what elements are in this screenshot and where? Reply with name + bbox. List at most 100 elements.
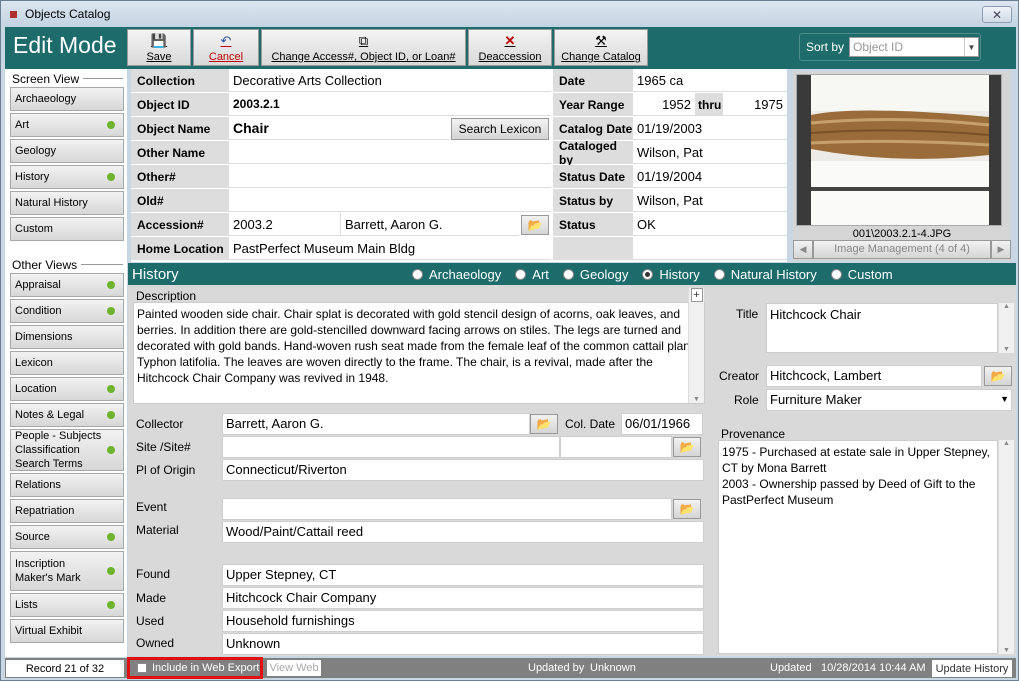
other-view-location[interactable]: Location bbox=[10, 377, 124, 401]
site-folder-icon[interactable]: 📂 bbox=[673, 437, 701, 457]
web-export-checkbox[interactable]: Include in Web Export bbox=[127, 657, 263, 679]
role-select[interactable]: Furniture Maker ▼ bbox=[766, 389, 1012, 411]
status-field[interactable]: OK bbox=[633, 213, 787, 236]
object-photo[interactable] bbox=[796, 74, 1002, 226]
radio-custom[interactable]: Custom bbox=[830, 267, 893, 282]
sort-by-select[interactable]: Object ID ▼ bbox=[849, 37, 980, 57]
status-date-field[interactable]: 01/19/2004 bbox=[633, 165, 787, 188]
other-view-source[interactable]: Source bbox=[10, 525, 124, 549]
found-field[interactable]: Upper Stepney, CT bbox=[222, 564, 704, 586]
radio-natural-history[interactable]: Natural History bbox=[713, 267, 817, 282]
object-id-field[interactable]: 2003.2.1 bbox=[229, 93, 551, 116]
cataloged-by-label: Cataloged by bbox=[553, 139, 633, 167]
radio-geology[interactable]: Geology bbox=[562, 267, 628, 282]
other-view-repatriation[interactable]: Repatriation bbox=[10, 499, 124, 523]
other-view-relations[interactable]: Relations bbox=[10, 473, 124, 497]
radio-archaeology[interactable]: Archaeology bbox=[412, 267, 501, 282]
object-name-label: Object Name bbox=[131, 117, 229, 140]
other-view-condition[interactable]: Condition bbox=[10, 299, 124, 323]
event-field[interactable] bbox=[222, 498, 672, 520]
description-label: Description bbox=[136, 289, 197, 303]
site-field[interactable] bbox=[222, 436, 560, 458]
screen-view-archaeology[interactable]: Archaeology bbox=[10, 87, 124, 111]
event-label: Event bbox=[136, 500, 167, 514]
creator-folder-icon[interactable]: 📂 bbox=[984, 366, 1012, 386]
collector-folder-icon[interactable]: 📂 bbox=[530, 414, 558, 434]
folder-icon[interactable]: 📂 bbox=[521, 214, 549, 235]
accession-field[interactable]: 2003.2 bbox=[229, 213, 341, 236]
used-field[interactable]: Household furnishings bbox=[222, 610, 704, 632]
radio-history[interactable]: History bbox=[642, 267, 700, 282]
title-field[interactable]: Hitchcock Chair bbox=[766, 303, 998, 353]
has-data-indicator bbox=[107, 281, 115, 289]
year-from-field[interactable]: 1952 bbox=[633, 93, 695, 116]
status-by-field[interactable]: Wilson, Pat bbox=[633, 189, 787, 212]
cancel-button[interactable]: ↶ Cancel bbox=[193, 29, 259, 66]
sort-by-group: Sort by Object ID ▼ bbox=[799, 33, 981, 61]
cataloged-by-field[interactable]: Wilson, Pat bbox=[633, 141, 787, 164]
date-field[interactable]: 1965 ca bbox=[633, 69, 787, 92]
view-web-button[interactable]: View Web bbox=[267, 660, 321, 676]
collection-field[interactable]: Decorative Arts Collection bbox=[229, 69, 551, 92]
deaccession-button[interactable]: ✕ Deaccession bbox=[468, 29, 552, 66]
site-number-field[interactable] bbox=[560, 436, 672, 458]
other-number-field[interactable] bbox=[229, 165, 551, 188]
col-date-field[interactable]: 06/01/1966 bbox=[621, 413, 703, 435]
material-field[interactable]: Wood/Paint/Cattail reed bbox=[222, 521, 704, 543]
close-button[interactable]: ✕ bbox=[982, 6, 1012, 23]
made-field[interactable]: Hitchcock Chair Company bbox=[222, 587, 704, 609]
old-number-field[interactable] bbox=[229, 189, 551, 212]
place-of-origin-field[interactable]: Connecticut/Riverton bbox=[222, 459, 704, 481]
other-view-people-subjects[interactable]: People - Subjects Classification Search … bbox=[10, 429, 124, 471]
updated-by-value: Unknown bbox=[590, 662, 636, 674]
update-history-button[interactable]: Update History bbox=[932, 660, 1012, 677]
save-button[interactable]: 💾 Save bbox=[127, 29, 191, 66]
radio-icon bbox=[642, 268, 654, 280]
creator-field[interactable]: Hitchcock, Lambert bbox=[766, 365, 982, 387]
owned-field[interactable]: Unknown bbox=[222, 633, 704, 655]
description-scrollbar[interactable]: + ▼ bbox=[688, 288, 704, 403]
year-to-field[interactable]: 1975 bbox=[723, 93, 787, 116]
thru-label: thru bbox=[695, 93, 723, 116]
next-image-button[interactable]: ▶ bbox=[991, 239, 1011, 259]
screen-view-custom[interactable]: Custom bbox=[10, 217, 124, 241]
owned-label: Owned bbox=[136, 636, 175, 650]
expand-icon[interactable]: + bbox=[690, 288, 703, 302]
has-data-indicator bbox=[107, 533, 115, 541]
object-name-field[interactable]: Chair bbox=[229, 117, 449, 140]
search-lexicon-button[interactable]: Search Lexicon bbox=[451, 117, 549, 140]
other-view-notes-legal[interactable]: Notes & Legal bbox=[10, 403, 124, 427]
previous-image-button[interactable]: ◀ bbox=[793, 239, 813, 259]
other-view-appraisal[interactable]: Appraisal bbox=[10, 273, 124, 297]
other-views-heading: Other Views bbox=[5, 255, 127, 272]
screen-view-art[interactable]: Art bbox=[10, 113, 124, 137]
screen-view-history[interactable]: History bbox=[10, 165, 124, 189]
home-location-field[interactable]: PastPerfect Museum Main Bldg bbox=[229, 237, 551, 260]
radio-art[interactable]: Art bbox=[515, 267, 549, 282]
change-catalog-button[interactable]: ⚒ Change Catalog bbox=[554, 29, 648, 66]
other-number-label: Other# bbox=[131, 165, 229, 188]
image-management-button[interactable]: Image Management (4 of 4) bbox=[813, 239, 991, 259]
other-view-lexicon[interactable]: Lexicon bbox=[10, 351, 124, 375]
chair-seat-image bbox=[797, 75, 1001, 225]
screen-view-natural-history[interactable]: Natural History bbox=[10, 191, 124, 215]
radio-icon bbox=[562, 268, 574, 280]
other-view-inscription[interactable]: Inscription Maker's Mark bbox=[10, 551, 124, 591]
collection-label: Collection bbox=[131, 69, 229, 92]
change-access-button[interactable]: ⧉ Change Access#, Object ID, or Loan# bbox=[261, 29, 466, 66]
collector-field[interactable]: Barrett, Aaron G. bbox=[222, 413, 530, 435]
other-view-lists[interactable]: Lists bbox=[10, 593, 124, 617]
edit-mode-title: Edit Mode bbox=[13, 32, 117, 58]
other-view-virtual-exhibit[interactable]: Virtual Exhibit bbox=[10, 619, 124, 643]
provenance-field[interactable]: 1975 - Purchased at estate sale in Upper… bbox=[718, 440, 998, 654]
title-scrollbar[interactable]: ▲ ▼ bbox=[998, 303, 1014, 353]
other-name-field[interactable] bbox=[229, 141, 551, 164]
provenance-scrollbar[interactable]: ▲ ▼ bbox=[998, 440, 1014, 654]
catalog-date-field[interactable]: 01/19/2003 bbox=[633, 117, 787, 140]
radio-icon bbox=[412, 268, 423, 280]
other-view-dimensions[interactable]: Dimensions bbox=[10, 325, 124, 349]
accession-source-field[interactable]: Barrett, Aaron G. bbox=[341, 213, 519, 236]
screen-view-geology[interactable]: Geology bbox=[10, 139, 124, 163]
event-folder-icon[interactable]: 📂 bbox=[673, 499, 701, 519]
description-field[interactable]: Painted wooden side chair. Chair splat i… bbox=[133, 302, 705, 404]
